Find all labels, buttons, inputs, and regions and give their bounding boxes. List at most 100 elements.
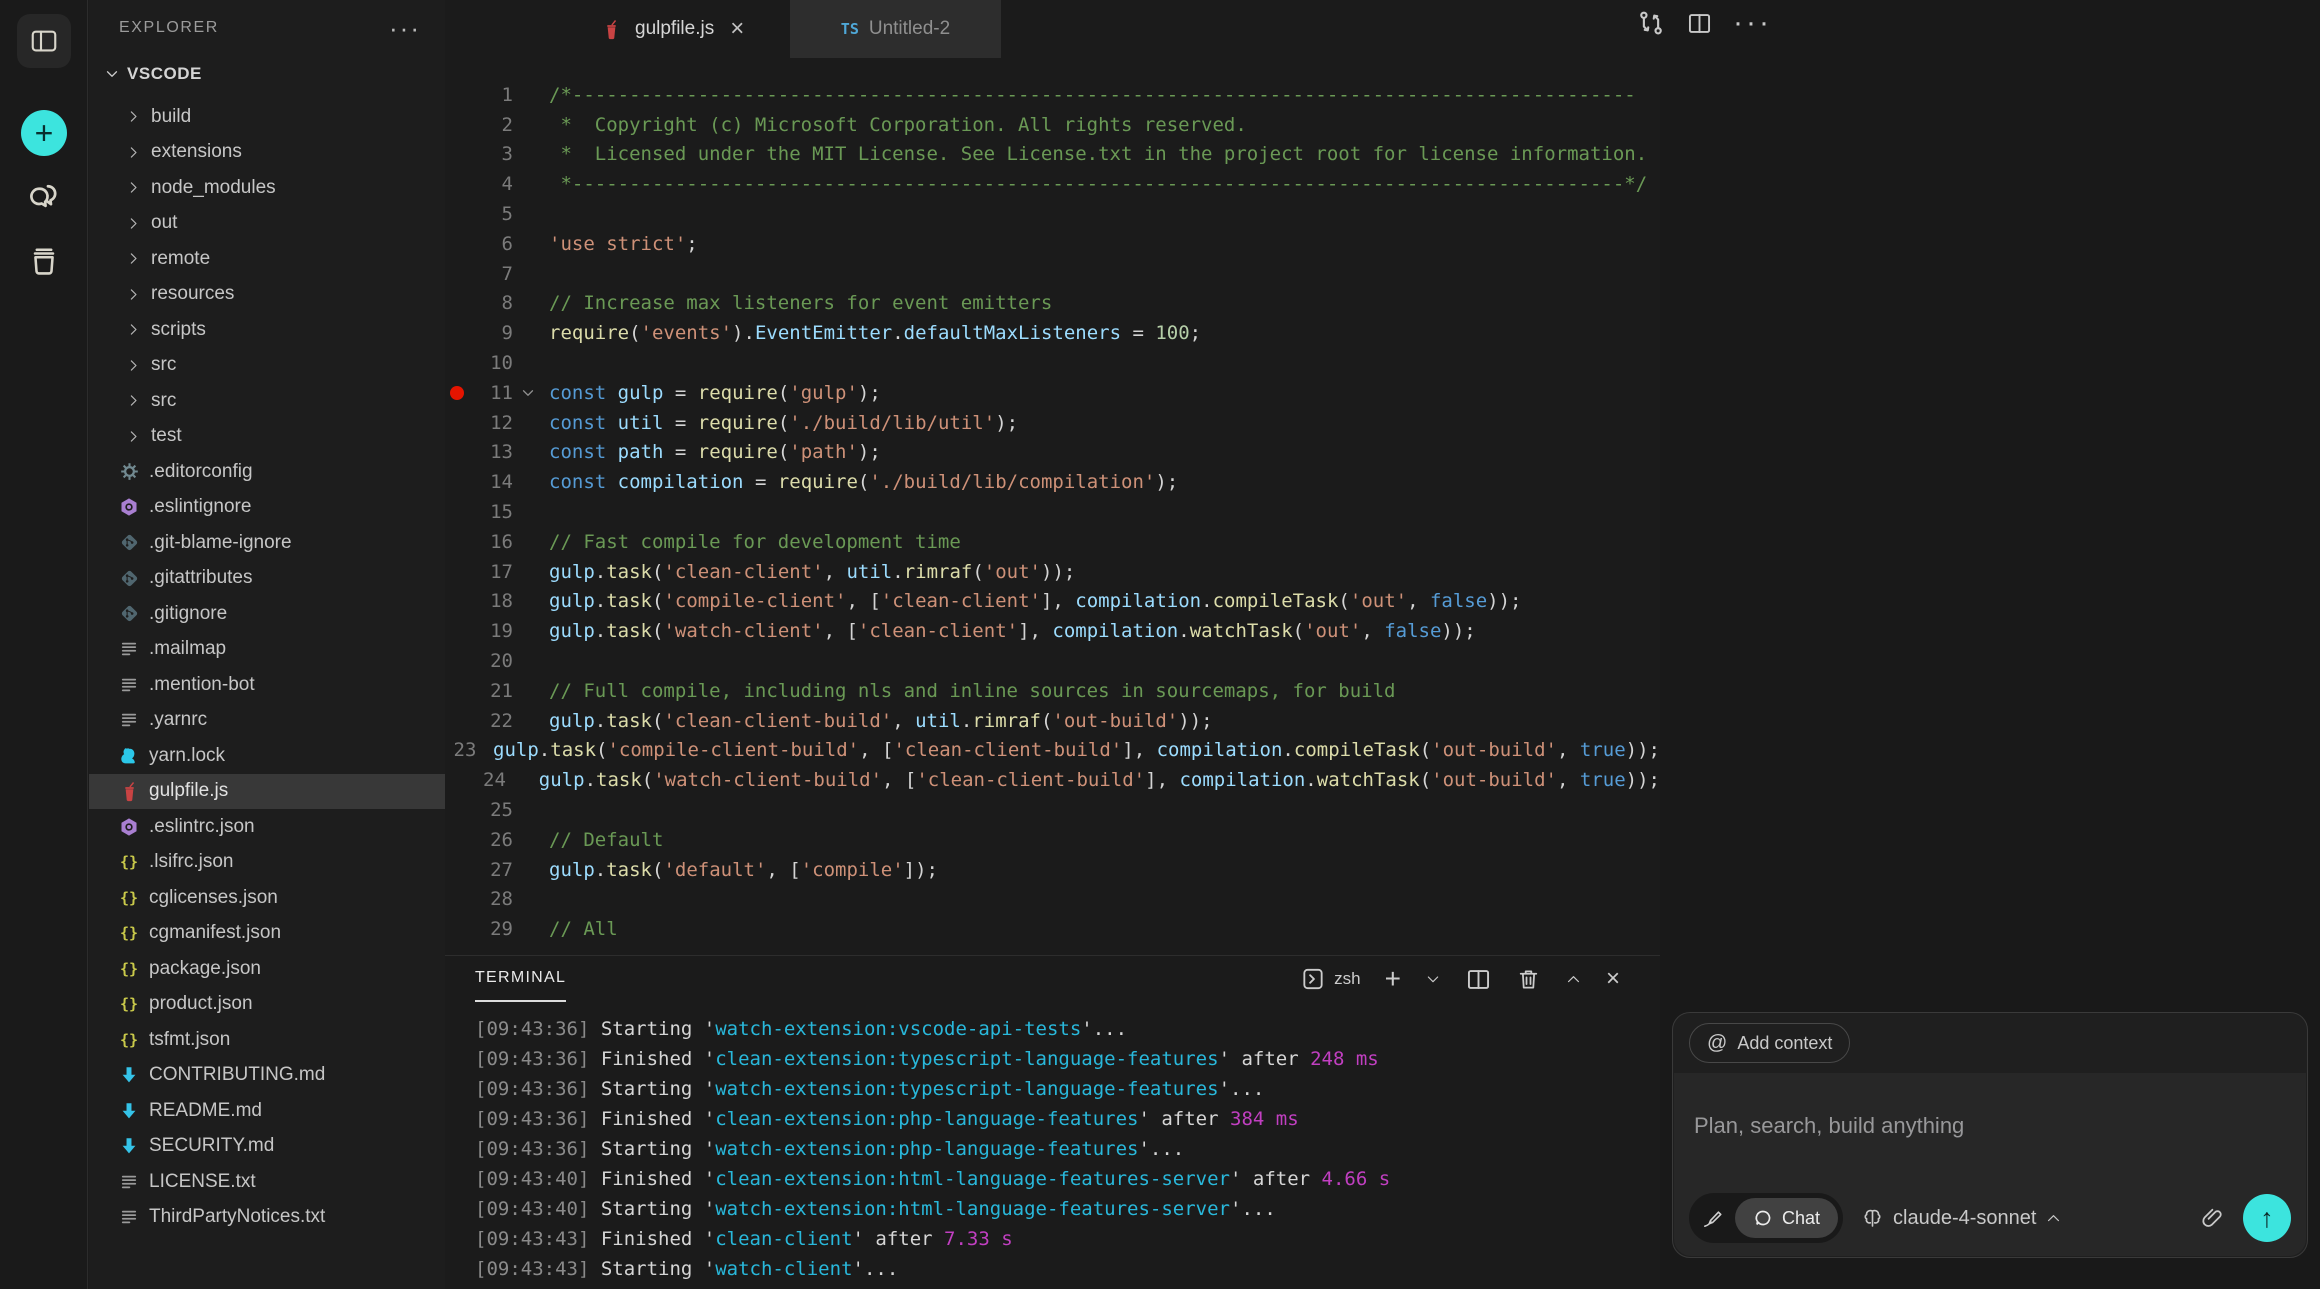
line-number[interactable]: 2 <box>469 114 513 136</box>
split-terminal-icon[interactable] <box>1465 966 1492 993</box>
chat-history-button[interactable] <box>0 178 88 216</box>
code-line[interactable]: 3 * Licensed under the MIT License. See … <box>445 140 1660 170</box>
line-number[interactable]: 6 <box>469 233 513 255</box>
explorer-more-actions[interactable]: ··· <box>389 23 421 33</box>
chat-input[interactable]: Plan, search, build anything Chat claude… <box>1674 1073 2306 1256</box>
sidebar-item-resources[interactable]: resources <box>89 277 445 313</box>
paperclip-icon[interactable] <box>2200 1206 2225 1231</box>
line-number[interactable]: 23 <box>454 739 477 761</box>
maximize-panel-icon[interactable] <box>1565 971 1582 988</box>
code-line[interactable]: 25 <box>445 795 1660 825</box>
code-line[interactable]: 18gulp.task('compile-client', ['clean-cl… <box>445 587 1660 617</box>
sidebar-item-node-modules[interactable]: node_modules <box>89 170 445 206</box>
line-number[interactable]: 18 <box>469 590 513 612</box>
code-line[interactable]: 16// Fast compile for development time <box>445 527 1660 557</box>
fold-chevron-icon[interactable] <box>513 384 543 402</box>
code-line[interactable]: 8// Increase max listeners for event emi… <box>445 289 1660 319</box>
shell-selector[interactable]: zsh <box>1300 966 1360 992</box>
tab-untitled-2[interactable]: TS Untitled-2 <box>790 0 1001 58</box>
line-number[interactable]: 10 <box>469 352 513 374</box>
code-line[interactable]: 19gulp.task('watch-client', ['clean-clie… <box>445 616 1660 646</box>
line-number[interactable]: 29 <box>469 918 513 940</box>
terminal-dropdown-icon[interactable] <box>1425 971 1441 987</box>
sidebar-item--gitattributes[interactable]: .gitattributes <box>89 561 445 597</box>
code-line[interactable]: 5 <box>445 199 1660 229</box>
tab-gulpfile[interactable]: gulpfile.js × <box>600 0 744 58</box>
line-number[interactable]: 12 <box>469 412 513 434</box>
close-panel-icon[interactable]: × <box>1606 965 1620 993</box>
sidebar-item-scripts[interactable]: scripts <box>89 312 445 348</box>
sidebar-item-extensions[interactable]: extensions <box>89 135 445 171</box>
mode-toggle[interactable]: Chat <box>1689 1193 1843 1243</box>
code-line[interactable]: 6'use strict'; <box>445 229 1660 259</box>
close-icon[interactable]: × <box>730 15 744 43</box>
line-number[interactable]: 24 <box>467 769 506 791</box>
sidebar-item--yarnrc[interactable]: .yarnrc <box>89 703 445 739</box>
code-line[interactable]: 27gulp.task('default', ['compile']); <box>445 855 1660 885</box>
send-button[interactable]: ↑ <box>2243 1194 2291 1242</box>
toggle-sidebar-button[interactable] <box>0 14 88 68</box>
sidebar-item-src[interactable]: src <box>89 383 445 419</box>
compare-changes-icon[interactable] <box>1636 8 1666 38</box>
sidebar-item-build[interactable]: build <box>89 99 445 135</box>
code-line[interactable]: 12const util = require('./build/lib/util… <box>445 408 1660 438</box>
line-number[interactable]: 11 <box>469 382 513 404</box>
sidebar-item--mention-bot[interactable]: .mention-bot <box>89 667 445 703</box>
line-number[interactable]: 9 <box>469 322 513 344</box>
line-number[interactable]: 25 <box>469 799 513 821</box>
code-line[interactable]: 2 * Copyright (c) Microsoft Corporation.… <box>445 110 1660 140</box>
code-line[interactable]: 11const gulp = require('gulp'); <box>445 378 1660 408</box>
code-line[interactable]: 10 <box>445 348 1660 378</box>
code-line[interactable]: 26// Default <box>445 825 1660 855</box>
code-line[interactable]: 28 <box>445 885 1660 915</box>
line-number[interactable]: 7 <box>469 263 513 285</box>
code-line[interactable]: 21// Full compile, including nls and inl… <box>445 676 1660 706</box>
code-line[interactable]: 17gulp.task('clean-client', util.rimraf(… <box>445 557 1660 587</box>
archive-button[interactable] <box>0 243 88 279</box>
code-line[interactable]: 22gulp.task('clean-client-build', util.r… <box>445 706 1660 736</box>
sidebar-item-tsfmt-json[interactable]: {}tsfmt.json <box>89 1022 445 1058</box>
line-number[interactable]: 3 <box>469 143 513 165</box>
model-selector[interactable]: claude-4-sonnet <box>1861 1207 2062 1230</box>
code-line[interactable]: 29// All <box>445 914 1660 944</box>
sidebar-item-contributing-md[interactable]: CONTRIBUTING.md <box>89 1058 445 1094</box>
line-number[interactable]: 16 <box>469 531 513 553</box>
sidebar-item--git-blame-ignore[interactable]: .git-blame-ignore <box>89 525 445 561</box>
sidebar-item-cgmanifest-json[interactable]: {}cgmanifest.json <box>89 916 445 952</box>
code-line[interactable]: 1/*-------------------------------------… <box>445 80 1660 110</box>
sidebar-item-cglicenses-json[interactable]: {}cglicenses.json <box>89 880 445 916</box>
split-editor-icon[interactable] <box>1686 10 1713 37</box>
line-number[interactable]: 13 <box>469 441 513 463</box>
new-terminal-button[interactable]: + <box>1385 969 1401 989</box>
code-line[interactable]: 20 <box>445 646 1660 676</box>
sidebar-item-package-json[interactable]: {}package.json <box>89 951 445 987</box>
line-number[interactable]: 28 <box>469 888 513 910</box>
line-number[interactable]: 22 <box>469 710 513 732</box>
line-number[interactable]: 14 <box>469 471 513 493</box>
line-number[interactable]: 21 <box>469 680 513 702</box>
sidebar-item-thirdpartynotices-txt[interactable]: ThirdPartyNotices.txt <box>89 1200 445 1236</box>
line-number[interactable]: 5 <box>469 203 513 225</box>
sidebar-item-remote[interactable]: remote <box>89 241 445 277</box>
sidebar-item-gulpfile-js[interactable]: gulpfile.js <box>89 774 445 810</box>
add-context-button[interactable]: @ Add context <box>1689 1023 1850 1063</box>
line-number[interactable]: 8 <box>469 292 513 314</box>
kill-terminal-icon[interactable] <box>1516 967 1541 992</box>
sidebar-item--gitignore[interactable]: .gitignore <box>89 596 445 632</box>
code-line[interactable]: 9require('events').EventEmitter.defaultM… <box>445 318 1660 348</box>
line-number[interactable]: 1 <box>469 84 513 106</box>
sidebar-item--editorconfig[interactable]: .editorconfig <box>89 454 445 490</box>
sidebar-item-security-md[interactable]: SECURITY.md <box>89 1129 445 1165</box>
chat-mode-pill[interactable]: Chat <box>1735 1198 1838 1238</box>
new-chat-button[interactable]: + <box>0 110 88 156</box>
code-line[interactable]: 15 <box>445 497 1660 527</box>
code-line[interactable]: 13const path = require('path'); <box>445 438 1660 468</box>
sidebar-item-readme-md[interactable]: README.md <box>89 1093 445 1129</box>
code-line[interactable]: 7 <box>445 259 1660 289</box>
sidebar-item-out[interactable]: out <box>89 206 445 242</box>
sidebar-item-src[interactable]: src <box>89 348 445 384</box>
more-actions-icon[interactable]: ··· <box>1733 17 1772 29</box>
sidebar-item--lsifrc-json[interactable]: {}.lsifrc.json <box>89 845 445 881</box>
sidebar-item--mailmap[interactable]: .mailmap <box>89 632 445 668</box>
terminal-tab[interactable]: TERMINAL <box>475 956 566 1002</box>
